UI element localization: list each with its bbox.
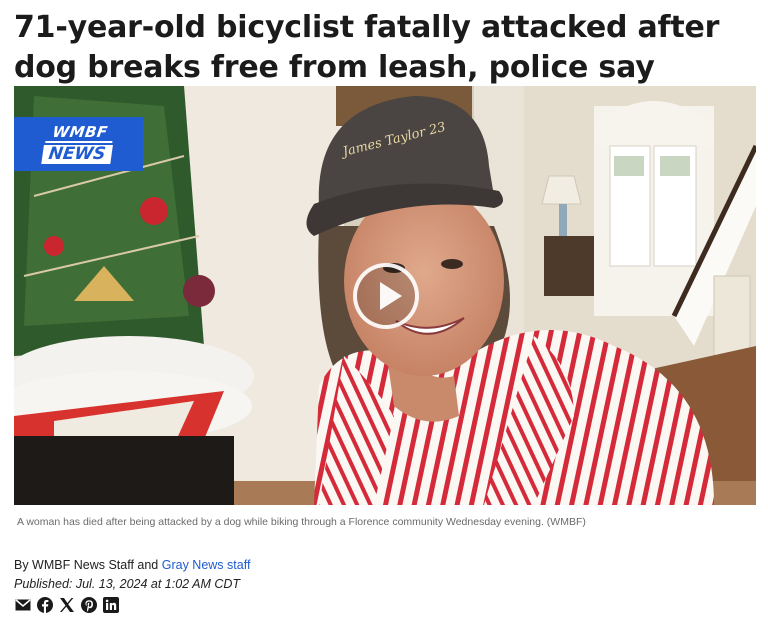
- published-date: Published: Jul. 13, 2024 at 1:02 AM CDT: [14, 577, 241, 591]
- pinterest-icon[interactable]: [81, 597, 97, 613]
- byline-prefix: By WMBF News Staff and: [14, 558, 162, 572]
- x-icon[interactable]: [59, 597, 75, 613]
- article-headline: 71-year-old bicyclist fatally attacked a…: [14, 10, 720, 85]
- facebook-icon[interactable]: [37, 597, 53, 613]
- video-player[interactable]: James Taylor 23 WMBF NEWS: [14, 86, 756, 505]
- byline-author-link[interactable]: Gray News staff: [162, 558, 251, 572]
- byline: By WMBF News Staff and Gray News staff: [14, 557, 250, 573]
- share-bar: [15, 597, 119, 613]
- email-icon[interactable]: [15, 597, 31, 613]
- play-icon: [380, 282, 402, 310]
- play-button[interactable]: [353, 263, 419, 329]
- image-caption: A woman has died after being attacked by…: [17, 516, 586, 528]
- wmbf-news-logo: WMBF NEWS: [14, 117, 143, 171]
- linkedin-icon[interactable]: [103, 597, 119, 613]
